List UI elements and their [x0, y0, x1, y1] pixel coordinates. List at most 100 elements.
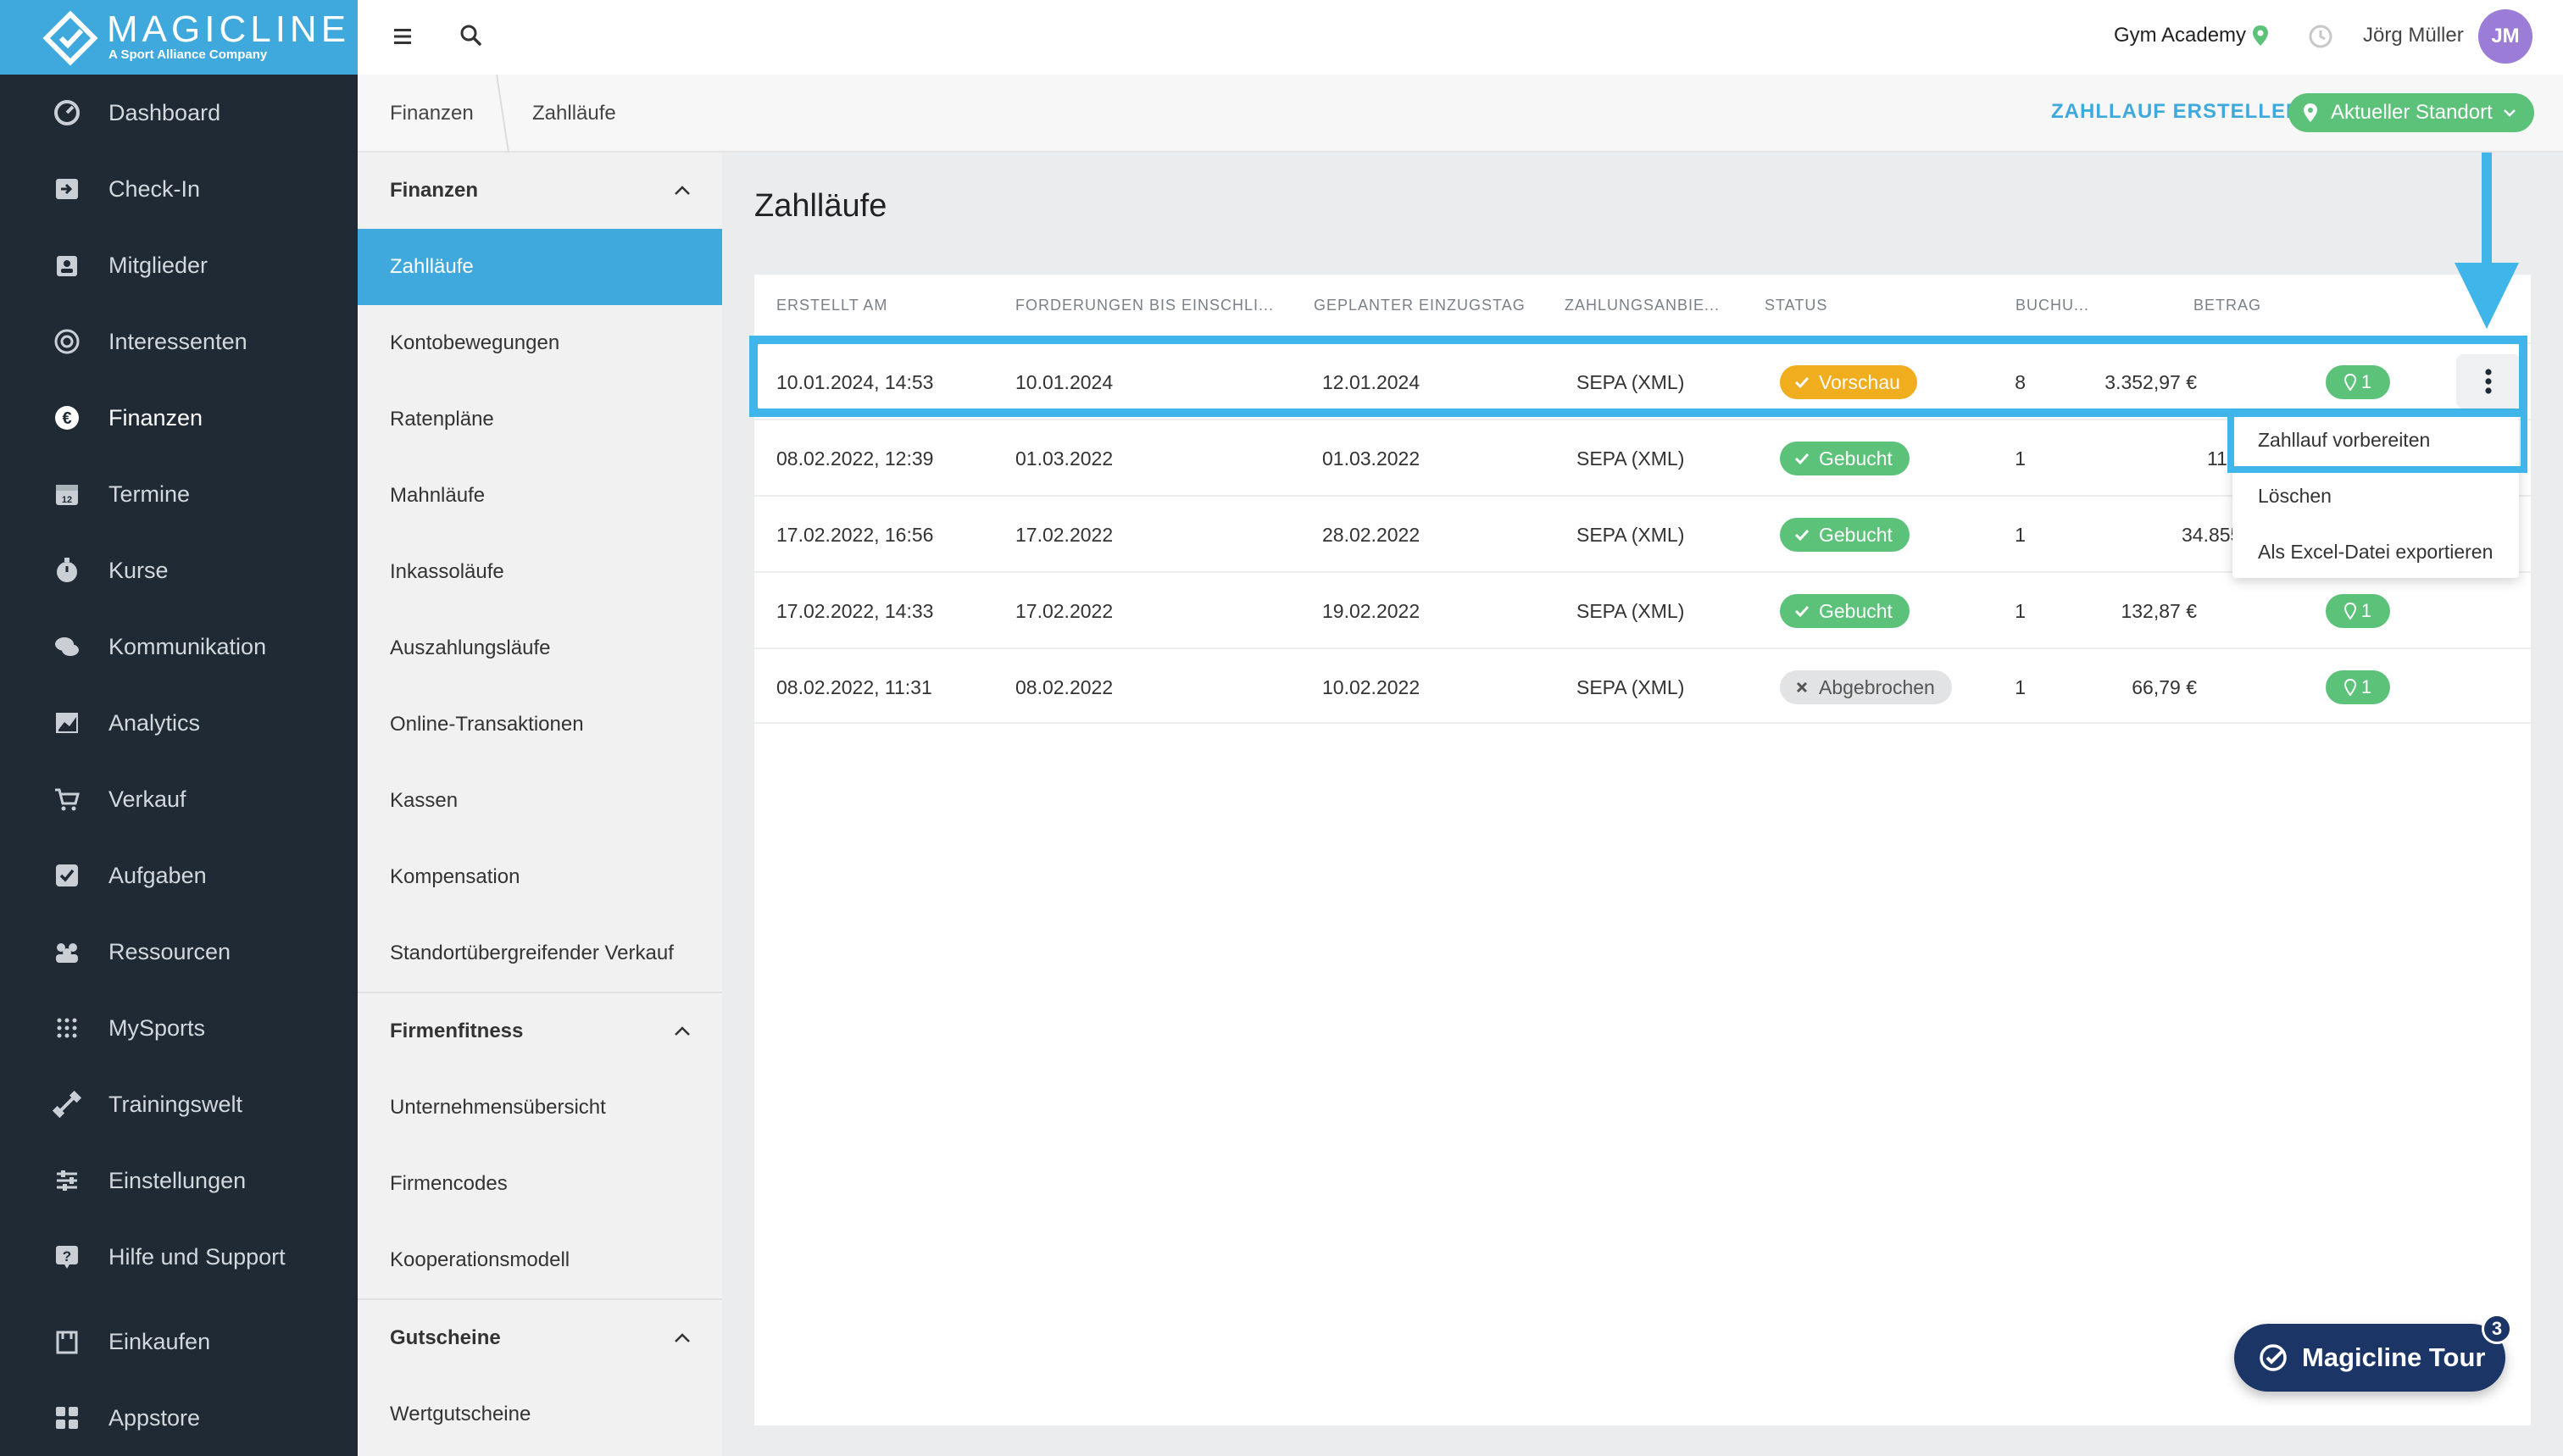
- sidebar-item-mitglieder[interactable]: Mitglieder: [0, 227, 358, 303]
- tour-label: Magicline Tour: [2302, 1342, 2486, 1372]
- cell-created: 08.02.2022, 11:31: [776, 675, 932, 698]
- hamburger-menu-icon[interactable]: [388, 22, 417, 51]
- sidebar-item-label: Einstellungen: [108, 1167, 247, 1193]
- clock-icon[interactable]: [2307, 23, 2334, 50]
- avatar[interactable]: JM: [2478, 9, 2532, 64]
- sidebar-item-finanzen[interactable]: € Finanzen: [0, 380, 358, 456]
- status-badge: Gebucht: [1780, 518, 1910, 552]
- dumbbell-icon: [53, 1090, 81, 1119]
- cell-status: Abgebrochen: [1780, 649, 1952, 725]
- table-row[interactable]: 17.02.2022, 14:33 17.02.2022 19.02.2022 …: [754, 571, 2531, 647]
- table-row[interactable]: 08.02.2022, 11:31 08.02.2022 10.02.2022 …: [754, 647, 2531, 724]
- sidebar-item-einstellungen[interactable]: Einstellungen: [0, 1142, 358, 1219]
- location-count-badge[interactable]: 1: [2326, 670, 2390, 704]
- sidebar-item-label: Trainingswelt: [108, 1091, 243, 1117]
- cell-bookings: 1: [2015, 675, 2026, 698]
- location-filter-button[interactable]: Aktueller Standort: [2288, 93, 2534, 132]
- members-icon: [53, 251, 81, 280]
- breadcrumb-item-finanzen[interactable]: Finanzen: [390, 102, 474, 125]
- magicline-tour-button[interactable]: Magicline Tour: [2234, 1324, 2505, 1392]
- sidebar-item-hilfe-und-support[interactable]: ? Hilfe und Support: [0, 1219, 358, 1295]
- subnav-item-inkassolaeufe[interactable]: Inkassoläufe: [358, 534, 722, 610]
- sidebar-item-check-in[interactable]: Check-In: [0, 151, 358, 227]
- cell-amount: 132,87 €: [2121, 599, 2197, 622]
- check-icon: [1794, 453, 1810, 465]
- cell-status: Gebucht: [1780, 420, 1910, 497]
- sidebar-item-einkaufen[interactable]: Einkaufen: [0, 1303, 358, 1380]
- cell-provider: SEPA (XML): [1576, 370, 1685, 393]
- menu-item-delete[interactable]: Löschen: [2258, 485, 2332, 508]
- sidebar-item-trainingswelt[interactable]: Trainingswelt: [0, 1066, 358, 1142]
- check-icon: [1794, 529, 1810, 542]
- column-header-amount[interactable]: BETRAG: [2193, 297, 2261, 314]
- subnav-item-kassen[interactable]: Kassen: [358, 763, 722, 839]
- column-header-planned-date[interactable]: GEPLANTER EINZUGSTAG: [1314, 297, 1526, 314]
- sidebar-item-analytics[interactable]: Analytics: [0, 685, 358, 761]
- table-row[interactable]: 10.01.2024, 14:53 10.01.2024 12.01.2024 …: [754, 342, 2531, 419]
- subnav-section-gutscheine[interactable]: Gutscheine: [358, 1300, 722, 1376]
- location-pin-icon: [2343, 374, 2356, 391]
- arrow-down-icon: [2455, 153, 2519, 329]
- chevron-up-icon: [675, 186, 690, 195]
- subnav-item-ratenplaene[interactable]: Ratenpläne: [358, 381, 722, 458]
- sidebar-item-appstore[interactable]: Appstore: [0, 1380, 358, 1456]
- user-name[interactable]: Jörg Müller: [2363, 24, 2464, 47]
- column-header-provider[interactable]: ZAHLUNGSANBIE...: [1565, 297, 1720, 314]
- location-count-badge[interactable]: 1: [2326, 365, 2390, 399]
- status-text: Gebucht: [1819, 447, 1893, 470]
- menu-item-export-excel[interactable]: Als Excel-Datei exportieren: [2258, 541, 2493, 564]
- subnav-item-online-transaktionen[interactable]: Online-Transaktionen: [358, 686, 722, 763]
- magicline-logo-icon: [42, 10, 98, 66]
- subnav-item-zahllaeufe[interactable]: Zahlläufe: [358, 229, 722, 305]
- subnav-item-kooperationsmodell[interactable]: Kooperationsmodell: [358, 1222, 722, 1298]
- breadcrumb-separator: [496, 75, 509, 153]
- cell-bookings: 8: [2015, 370, 2026, 393]
- subnav-item-firmencodes[interactable]: Firmencodes: [358, 1146, 722, 1222]
- create-payment-run-button[interactable]: ZAHLLAUF ERSTELLEN: [2051, 100, 2301, 124]
- sidebar-item-aufgaben[interactable]: Aufgaben: [0, 837, 358, 914]
- gym-selector[interactable]: Gym Academy: [2114, 24, 2246, 47]
- sidebar-item-termine[interactable]: 12 Termine: [0, 456, 358, 532]
- subnav-item-standortuebergreifender-verkauf[interactable]: Standortübergreifender Verkauf: [358, 915, 722, 992]
- subnav-section-title: Firmenfitness: [390, 1020, 524, 1042]
- location-count-badge[interactable]: 1: [2326, 594, 2390, 628]
- subnav-section-finanzen[interactable]: Finanzen: [358, 153, 722, 229]
- status-badge: Vorschau: [1780, 365, 1917, 399]
- brand-tagline: A Sport Alliance Company: [108, 47, 268, 62]
- page-title: Zahlläufe: [754, 188, 887, 224]
- subnav-section-firmenfitness[interactable]: Firmenfitness: [358, 993, 722, 1070]
- column-header-status[interactable]: STATUS: [1765, 297, 1827, 314]
- search-icon[interactable]: [456, 20, 486, 51]
- subnav-item-unternehmensuebersicht[interactable]: Unternehmensübersicht: [358, 1070, 722, 1146]
- column-header-bookings[interactable]: BUCHU...: [2015, 297, 2089, 314]
- subnav-item-mahnlaeufe[interactable]: Mahnläufe: [358, 458, 722, 534]
- apps-icon: [53, 1403, 81, 1432]
- brand-logo[interactable]: MAGICLINE A Sport Alliance Company: [0, 0, 358, 75]
- subnav-item-kontobewegungen[interactable]: Kontobewegungen: [358, 305, 722, 381]
- sidebar-item-kurse[interactable]: Kurse: [0, 532, 358, 609]
- calendar-icon: 12: [53, 480, 81, 508]
- sidebar-item-dashboard[interactable]: Dashboard: [0, 75, 358, 151]
- column-header-claims-until[interactable]: FORDERUNGEN BIS EINSCHLI...: [1015, 297, 1274, 314]
- cell-provider: SEPA (XML): [1576, 675, 1685, 698]
- sidebar-item-verkauf[interactable]: Verkauf: [0, 761, 358, 837]
- cell-created: 17.02.2022, 14:33: [776, 599, 934, 622]
- chevron-down-icon: [2503, 109, 2516, 117]
- sidebar-item-ressourcen[interactable]: Ressourcen: [0, 914, 358, 990]
- subnav-item-wertgutscheine[interactable]: Wertgutscheine: [358, 1376, 722, 1453]
- location-pin-icon: [2253, 25, 2268, 46]
- checkbox-icon: [53, 861, 81, 890]
- sidebar-item-mysports[interactable]: MySports: [0, 990, 358, 1066]
- cell-created: 10.01.2024, 14:53: [776, 370, 934, 393]
- more-actions-button[interactable]: [2456, 354, 2521, 408]
- group-icon: [53, 937, 81, 966]
- status-badge: Abgebrochen: [1780, 670, 1952, 704]
- sidebar-item-interessenten[interactable]: Interessenten: [0, 303, 358, 380]
- sidebar-item-kommunikation[interactable]: Kommunikation: [0, 609, 358, 685]
- subnav-item-kompensation[interactable]: Kompensation: [358, 839, 722, 915]
- column-header-created[interactable]: ERSTELLT AM: [776, 297, 887, 314]
- prospects-icon: [53, 327, 81, 356]
- subnav-item-auszahlungslaeufe[interactable]: Auszahlungsläufe: [358, 610, 722, 686]
- location-pin-icon: [2343, 603, 2356, 620]
- menu-item-prepare-run[interactable]: Zahllauf vorbereiten: [2258, 429, 2430, 452]
